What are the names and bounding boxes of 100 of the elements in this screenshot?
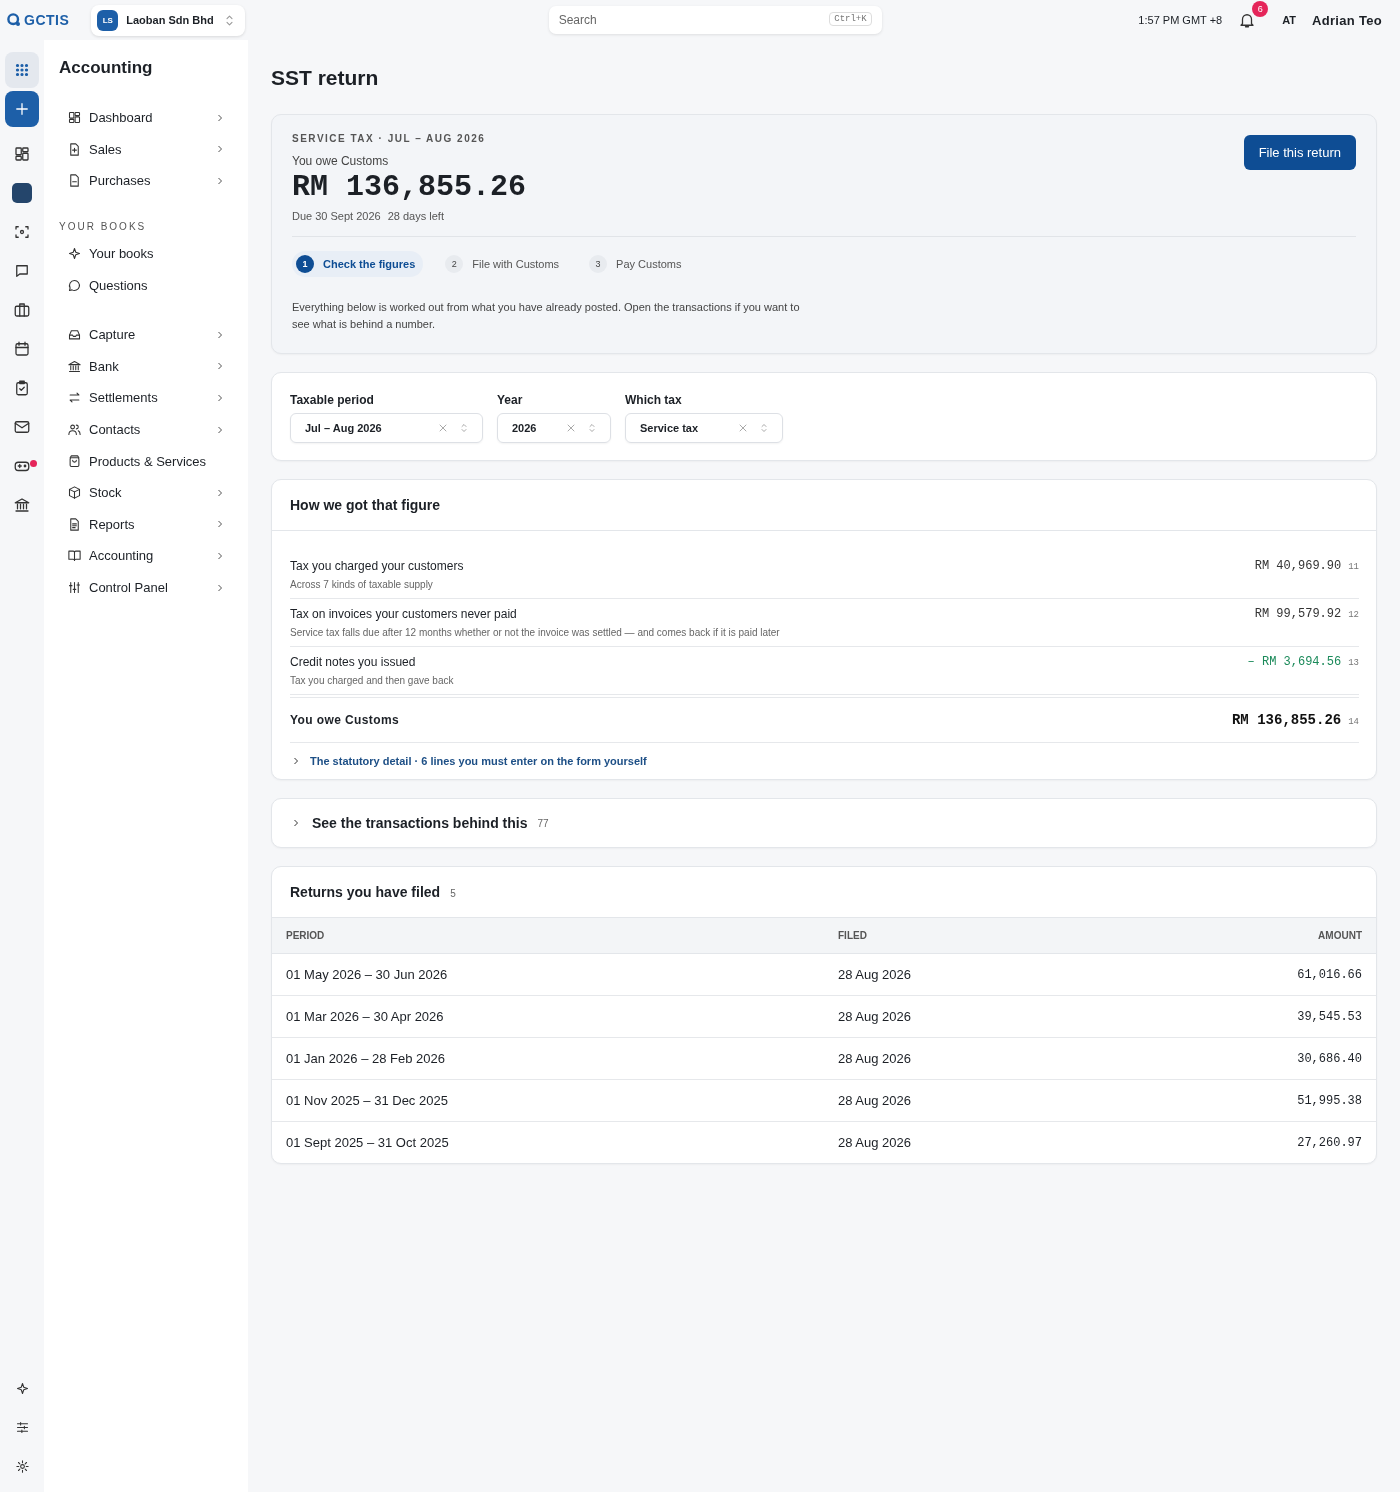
speech-bubble-icon — [67, 277, 82, 293]
inbox-icon — [67, 327, 82, 343]
sidebar-item[interactable]: Bank — [59, 350, 234, 383]
sparkle-icon — [14, 1380, 30, 1396]
transactions-toggle[interactable]: See the transactions behind this 77 — [272, 799, 1376, 848]
column-header: FILED — [824, 917, 1112, 954]
table-cell: 28 Aug 2026 — [824, 1121, 1112, 1164]
dot-grid-icon — [13, 61, 31, 79]
sidebar-item[interactable]: Accounting — [59, 540, 234, 572]
table-cell: 01 Mar 2026 – 30 Apr 2026 — [272, 995, 824, 1038]
section-heading: YOUR BOOKS — [59, 220, 148, 232]
dashboard-icon — [67, 110, 82, 126]
table-cell: 61,016.66 — [1111, 953, 1376, 996]
up-down-icon — [586, 422, 598, 435]
company-switcher[interactable]: LS Laoban Sdn Bhd — [91, 4, 245, 36]
table-cell: 28 Aug 2026 — [824, 1079, 1112, 1122]
period-label: SERVICE TAX · JUL – AUG 2026 — [292, 133, 487, 144]
mail-icon — [13, 418, 31, 436]
total-label: You owe Customs — [290, 713, 400, 728]
sidebar-item[interactable]: Products & Services — [59, 445, 234, 477]
table-cell: 28 Aug 2026 — [824, 995, 1112, 1038]
sidebar-item[interactable]: Control Panel — [59, 571, 234, 604]
line-amount: – RM 3,694.56 — [1247, 655, 1342, 670]
column-header: AMOUNT — [1111, 917, 1376, 954]
sidebar-item[interactable]: Contacts — [59, 413, 234, 446]
file-return-button[interactable]: File this return — [1243, 135, 1356, 170]
clock-text: 1:57 PM GMT +8 — [1138, 14, 1223, 26]
explanation-text: Everything below is worked out from what you have already posted. Open the transactions if you want to see what is behind a number. — [292, 300, 801, 333]
card-title: How we got that figure — [272, 480, 1376, 532]
sliders-icon — [67, 580, 82, 595]
sliders-icon — [14, 1419, 30, 1435]
line-reference: 11 — [1348, 562, 1359, 573]
step-tab[interactable]: 3 Pay Customs — [585, 251, 690, 277]
step-tab[interactable]: 1 Check the figures — [292, 251, 424, 277]
sidebar-item[interactable]: Purchases — [59, 165, 234, 197]
select-field[interactable]: Service tax — [625, 413, 783, 444]
document-plus-icon — [67, 141, 82, 157]
sidebar-item[interactable]: Settlements — [59, 382, 234, 414]
select-field[interactable]: 2026 — [497, 413, 611, 444]
table-cell: 27,260.97 — [1111, 1121, 1376, 1164]
line-note: Tax you charged and then gave back — [290, 675, 454, 687]
line-note: Service tax falls due after 12 months whether or not the invoice was settled — and comes back if it is paid later — [290, 627, 780, 639]
sidebar-item[interactable]: Capture — [59, 318, 234, 351]
column-header: PERIOD — [272, 917, 824, 954]
step-tab[interactable]: 2 File with Customs — [441, 251, 568, 277]
sidebar-item[interactable]: Reports — [59, 508, 234, 541]
line-label: Credit notes you issued — [290, 655, 417, 670]
chat-icon — [13, 262, 31, 280]
table-cell: 30,686.40 — [1111, 1037, 1376, 1080]
line-label: Tax on invoices your customers never paid — [290, 607, 518, 622]
card-title: Returns you have filed — [290, 884, 441, 901]
sidebar-item[interactable]: Your books — [59, 237, 234, 270]
amount-due: RM 136,855.26 — [292, 170, 527, 204]
filter-label: Year — [497, 393, 524, 408]
logo-text: GCTIS — [24, 12, 70, 28]
filter-label: Which tax — [625, 393, 683, 408]
sidebar-item[interactable]: Questions — [59, 269, 234, 301]
table-cell: 01 Jan 2026 – 28 Feb 2026 — [272, 1037, 824, 1080]
days-left: 28 days left — [387, 210, 444, 222]
clipboard-icon — [13, 379, 31, 397]
up-down-icon — [758, 422, 770, 435]
table-cell: 28 Aug 2026 — [824, 953, 1112, 996]
bank-icon — [67, 358, 82, 374]
due-date: Due 30 Sept 2026 — [292, 210, 381, 222]
scan-icon — [13, 223, 31, 241]
sidebar-item[interactable]: Stock — [59, 476, 234, 509]
filter-label: Taxable period — [290, 393, 375, 408]
sparkle-icon — [67, 246, 82, 262]
plus-icon — [13, 100, 31, 118]
calendar-icon — [13, 340, 31, 358]
cube-icon — [67, 485, 82, 501]
select-field[interactable]: Jul – Aug 2026 — [290, 413, 483, 444]
table-cell: 01 May 2026 – 30 Jun 2026 — [272, 953, 824, 996]
sidebar-title: Accounting — [59, 58, 154, 78]
returns-count: 5 — [450, 888, 456, 900]
statutory-detail-toggle[interactable]: The statutory detail · 6 lines you must enter on the form yourself — [290, 743, 647, 768]
line-reference: 14 — [1348, 717, 1359, 728]
user-name[interactable]: Adrian Teo — [1312, 12, 1382, 28]
table-cell: 01 Nov 2025 – 31 Dec 2025 — [272, 1079, 824, 1122]
sidebar-item[interactable]: Dashboard — [59, 102, 234, 134]
book-icon — [67, 548, 82, 564]
table-cell: 51,995.38 — [1111, 1079, 1376, 1122]
company-avatar: LS — [97, 9, 119, 31]
page-title: SST return — [271, 66, 380, 90]
line-note: Across 7 kinds of taxable supply — [290, 579, 434, 591]
up-down-icon — [458, 422, 470, 435]
app-tile-icon — [12, 183, 32, 203]
table-cell: 28 Aug 2026 — [824, 1037, 1112, 1080]
line-label: Tax you charged your customers — [290, 559, 464, 574]
logo-icon — [6, 12, 22, 28]
user-initials: AT — [1282, 14, 1297, 26]
apps-button[interactable] — [5, 52, 39, 88]
line-reference: 13 — [1348, 658, 1359, 669]
add-button[interactable] — [5, 91, 39, 127]
table-cell: 01 Sept 2025 – 31 Oct 2025 — [272, 1121, 824, 1164]
sidebar-item[interactable]: Sales — [59, 133, 234, 166]
owe-label: You owe Customs — [292, 154, 390, 168]
notifications-button[interactable] — [1238, 11, 1257, 29]
notification-count: 6 — [1252, 1, 1269, 17]
bell-icon — [1238, 11, 1257, 29]
